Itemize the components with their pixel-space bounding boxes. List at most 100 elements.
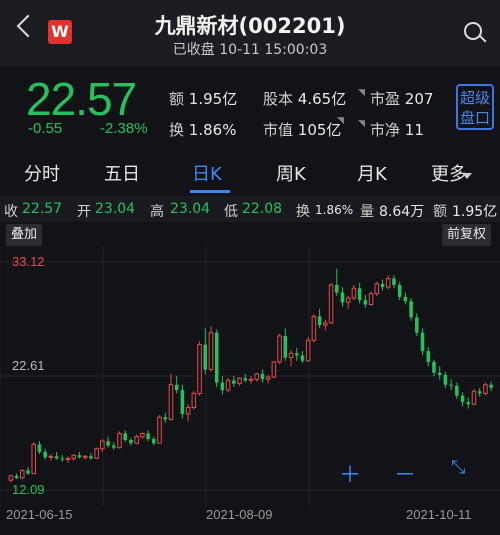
candle-body: [271, 361, 277, 378]
candle-body: [157, 416, 162, 444]
candle-body: [71, 454, 77, 459]
candle-body: [392, 278, 396, 285]
candlestick-chart[interactable]: 33.12 22.61 12.09 2021-06-15 2021-08-09 …: [0, 222, 500, 535]
fullscreen-icon[interactable]: ⤡: [451, 457, 465, 478]
super-orderbook-label-2: 盘口: [459, 109, 490, 127]
amount-label: 额: [433, 204, 447, 220]
candle-body: [254, 373, 259, 380]
candle-body: [345, 297, 351, 303]
open-value: 23.04: [95, 201, 136, 217]
candle-body: [334, 284, 339, 293]
candle-body: [432, 361, 436, 373]
candle-body: [340, 292, 345, 303]
candle-body: [294, 353, 299, 356]
close-value: 22.57: [22, 201, 63, 217]
tab-intraday[interactable]: 分时: [24, 160, 60, 186]
stat-pb: 市净 11: [370, 121, 424, 139]
turn-value: 1.86%: [315, 203, 354, 217]
candle-body: [363, 300, 368, 305]
candle-body: [8, 475, 14, 481]
candle-body: [374, 283, 380, 295]
candle-body: [180, 390, 185, 414]
info-mark-icon: ◥: [337, 116, 344, 126]
x-label-start: 2021-06-15: [6, 507, 73, 522]
candle-body: [443, 374, 448, 385]
super-orderbook-label-1: 超级: [459, 89, 490, 107]
high-value: 23.04: [170, 201, 211, 217]
close-label: 收: [4, 204, 18, 220]
candle-body: [31, 443, 37, 475]
candle-body: [477, 391, 482, 394]
tab-monthly-k[interactable]: 月K: [357, 160, 387, 186]
candle-body: [197, 344, 202, 394]
candle-body: [208, 332, 214, 371]
amount-value: 1.95亿: [452, 204, 498, 220]
candle-body: [232, 380, 236, 384]
candle-body: [134, 436, 139, 444]
candle-body: [460, 395, 465, 403]
candle-body: [77, 455, 82, 458]
candle-body: [94, 448, 99, 459]
candle-body: [185, 406, 191, 415]
candle-body: [203, 344, 208, 370]
candle-body: [328, 284, 334, 324]
candle-body: [214, 332, 219, 383]
overlay-button[interactable]: 叠加: [6, 224, 43, 246]
search-icon[interactable]: [464, 22, 482, 40]
tab-five-day[interactable]: 五日: [104, 160, 140, 186]
candle-body: [106, 441, 110, 446]
candle-body: [300, 355, 305, 361]
candle-body: [117, 433, 122, 449]
candle-body: [43, 451, 47, 458]
candle-body: [146, 433, 150, 439]
x-label-mid: 2021-08-09: [206, 507, 273, 522]
candle-body: [82, 455, 88, 458]
candle-body: [60, 458, 65, 460]
candle-body: [220, 382, 225, 391]
candle-body: [471, 390, 477, 405]
candle-body: [14, 475, 19, 478]
candle-body: [65, 457, 71, 461]
candle-body: [191, 392, 197, 408]
chart-grid: [0, 246, 500, 507]
zoom-in-icon[interactable]: ＋: [339, 457, 361, 489]
stat-turnover: 换 1.86%: [169, 121, 237, 139]
y-max-label: 33.12: [12, 254, 45, 269]
candle-body: [426, 351, 431, 362]
candle-body: [323, 322, 328, 326]
candle-body: [283, 335, 288, 358]
candle-body: [409, 301, 413, 318]
candle-body: [357, 288, 362, 301]
candle-body: [466, 402, 471, 405]
candle-body: [48, 455, 54, 458]
price-change-pct: -2.38%: [100, 120, 148, 137]
y-min-label: 12.09: [12, 482, 45, 497]
ohlc-bar: 收 22.57 开 23.04 高 23.04 低 22.08 换 1.86% …: [0, 196, 500, 222]
chevron-down-icon[interactable]: [462, 173, 472, 179]
candle-body: [123, 433, 127, 441]
zoom-out-icon[interactable]: －: [394, 457, 416, 489]
price-adjust-button[interactable]: 前复权: [442, 224, 492, 246]
tab-daily-k[interactable]: 日K: [192, 160, 222, 186]
candle-body: [112, 445, 116, 448]
candle-body: [152, 438, 156, 444]
candle-body: [37, 444, 42, 452]
candle-body: [129, 440, 133, 444]
candle-body: [248, 378, 254, 381]
active-tab-indicator: [190, 190, 230, 193]
candle-body: [54, 456, 59, 459]
candle-body: [403, 296, 408, 302]
volume-value: 8.64万: [379, 204, 425, 220]
super-orderbook-button[interactable]: 超级 盘口: [456, 84, 494, 130]
candle-body: [317, 316, 322, 326]
tab-weekly-k[interactable]: 周K: [276, 160, 306, 186]
candle-body: [100, 440, 105, 450]
stat-pe: 市盈 207: [370, 90, 434, 108]
stat-market-cap: 市值 105亿: [263, 121, 342, 139]
candle-body: [243, 378, 248, 381]
candle-body: [260, 373, 265, 380]
candle-body: [380, 283, 385, 288]
candle-body: [368, 293, 374, 305]
candle-body: [305, 339, 311, 362]
low-value: 22.08: [242, 201, 283, 217]
